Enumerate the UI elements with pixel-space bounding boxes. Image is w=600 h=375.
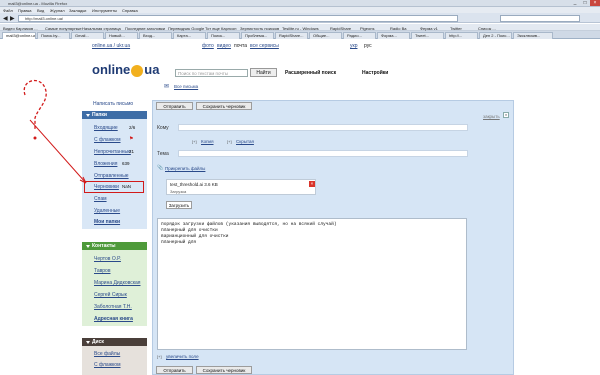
cc-link[interactable]: Копия <box>201 139 214 144</box>
tab-item[interactable]: Tweet... <box>411 32 444 39</box>
bookmark-item[interactable]: Radio Ва <box>390 26 406 31</box>
tab-item[interactable]: Радио... <box>343 32 376 39</box>
plus-icon: [+] <box>192 139 197 144</box>
bookmark-item[interactable]: Список ... <box>478 26 496 31</box>
all-letters-link[interactable]: Все письма <box>174 84 198 89</box>
mail-search-input[interactable]: Поиск по текстам почты <box>175 69 248 77</box>
tab-item[interactable]: Проблема... <box>241 32 274 39</box>
address-book-link[interactable]: Адресная книга <box>94 316 133 322</box>
subject-label: Тема <box>157 151 169 157</box>
subject-input[interactable] <box>178 150 468 157</box>
tab-item[interactable]: RapidShare... <box>275 32 308 39</box>
contact-item[interactable]: Сергей Сирык <box>94 292 127 298</box>
minimize-button[interactable]: _ <box>570 0 580 6</box>
tab-item[interactable]: Поиск... <box>207 32 240 39</box>
maximize-button[interactable]: □ <box>580 0 590 6</box>
contact-item[interactable]: Чертов О.Р. <box>94 256 121 262</box>
tab-item[interactable]: Ден 2 - Поис... <box>479 32 512 39</box>
remove-file-icon[interactable]: × <box>309 181 315 187</box>
bcc-link[interactable]: Скрытая <box>236 139 254 144</box>
folder-trash[interactable]: Удаленные <box>94 208 120 214</box>
plus-icon: [+] <box>227 139 232 144</box>
close-compose-link[interactable]: закрыть <box>483 114 500 119</box>
disk-heading[interactable]: Диск <box>82 338 147 346</box>
nav-photo[interactable]: фото <box>202 43 214 49</box>
attach-files-link[interactable]: Прикрепить файлы <box>165 166 205 171</box>
attachment-box: test_threshold.ai 3.6 KB Загрузка × <box>166 179 316 195</box>
save-draft-button[interactable]: Сохранить черновик <box>196 102 252 110</box>
tab-item[interactable]: http://... <box>445 32 478 39</box>
nav-all-services[interactable]: все сервисы <box>250 43 279 49</box>
bookmark-item[interactable]: Tesilite.ru - Windows <box>282 26 319 31</box>
contacts-panel: Контакты Чертов О.Р. Тавров Марина Дидко… <box>82 242 147 326</box>
close-compose-icon[interactable]: × <box>503 112 509 118</box>
envelope-icon: ✉ <box>164 84 170 90</box>
bookmark-item[interactable]: Ферма v1 <box>420 26 438 31</box>
tab-item[interactable]: Форма... <box>377 32 410 39</box>
disk-all-files[interactable]: Все файлы <box>94 351 120 357</box>
bookmark-item[interactable]: Twitter <box>450 26 462 31</box>
disk-panel: Диск Все файлы С флажком <box>82 338 147 375</box>
to-label: Кому <box>157 125 169 131</box>
send-button[interactable]: Отправить <box>156 102 193 110</box>
contacts-heading[interactable]: Контакты <box>82 242 147 250</box>
tab-item[interactable]: Карта... <box>173 32 206 39</box>
close-window-button[interactable]: × <box>590 0 600 6</box>
enlarge-field-link[interactable]: увеличить поле <box>166 354 199 359</box>
tab-item[interactable]: Эксклюзив... <box>513 32 553 39</box>
bookmark-item[interactable]: RapidShare <box>330 26 351 31</box>
annotation-question-arrow <box>23 79 87 184</box>
lang-rus: рус <box>364 43 372 49</box>
body-line: планерный для <box>161 240 197 245</box>
contact-item[interactable]: Заболотная Т.Н. <box>94 304 132 310</box>
send-button-bottom[interactable]: Отправить <box>156 366 193 374</box>
contact-item[interactable]: Марина Дидковская <box>94 280 141 286</box>
paperclip-icon: 📎 <box>157 165 164 171</box>
disk-flagged[interactable]: С флажком <box>94 362 121 368</box>
bookmark-item[interactable]: Переводчик Google <box>168 26 204 31</box>
contact-item[interactable]: Тавров <box>94 268 110 274</box>
save-draft-button-bottom[interactable]: Сохранить черновик <box>196 366 252 374</box>
settings-link[interactable]: Настройки <box>362 70 388 76</box>
my-folders-link[interactable]: Мои папки <box>94 219 120 225</box>
to-input[interactable] <box>178 124 468 131</box>
bookmark-item[interactable]: Тот еще Карлсон <box>205 26 236 31</box>
tab-item[interactable]: Общие... <box>309 32 342 39</box>
find-button[interactable]: Найти <box>250 68 277 77</box>
nav-mail: почта <box>234 43 247 49</box>
lang-ukr[interactable]: укр <box>350 43 357 49</box>
advanced-search-link[interactable]: Расширенный поиск <box>285 70 336 76</box>
file-status: Загрузка <box>170 189 187 194</box>
message-body[interactable]: порядок загрузки файлов (указания выводя… <box>157 218 467 350</box>
bookmark-item[interactable]: Pigeons <box>360 26 374 31</box>
upload-button[interactable]: Загрузить <box>166 201 192 209</box>
browser-search-input[interactable] <box>500 15 580 22</box>
file-name: test_threshold.ai 3.6 KB <box>170 182 218 187</box>
plus-icon: [+] <box>157 354 162 359</box>
bookmark-item[interactable]: Зернистость поисков <box>240 26 279 31</box>
nav-video[interactable]: видео <box>217 43 231 49</box>
